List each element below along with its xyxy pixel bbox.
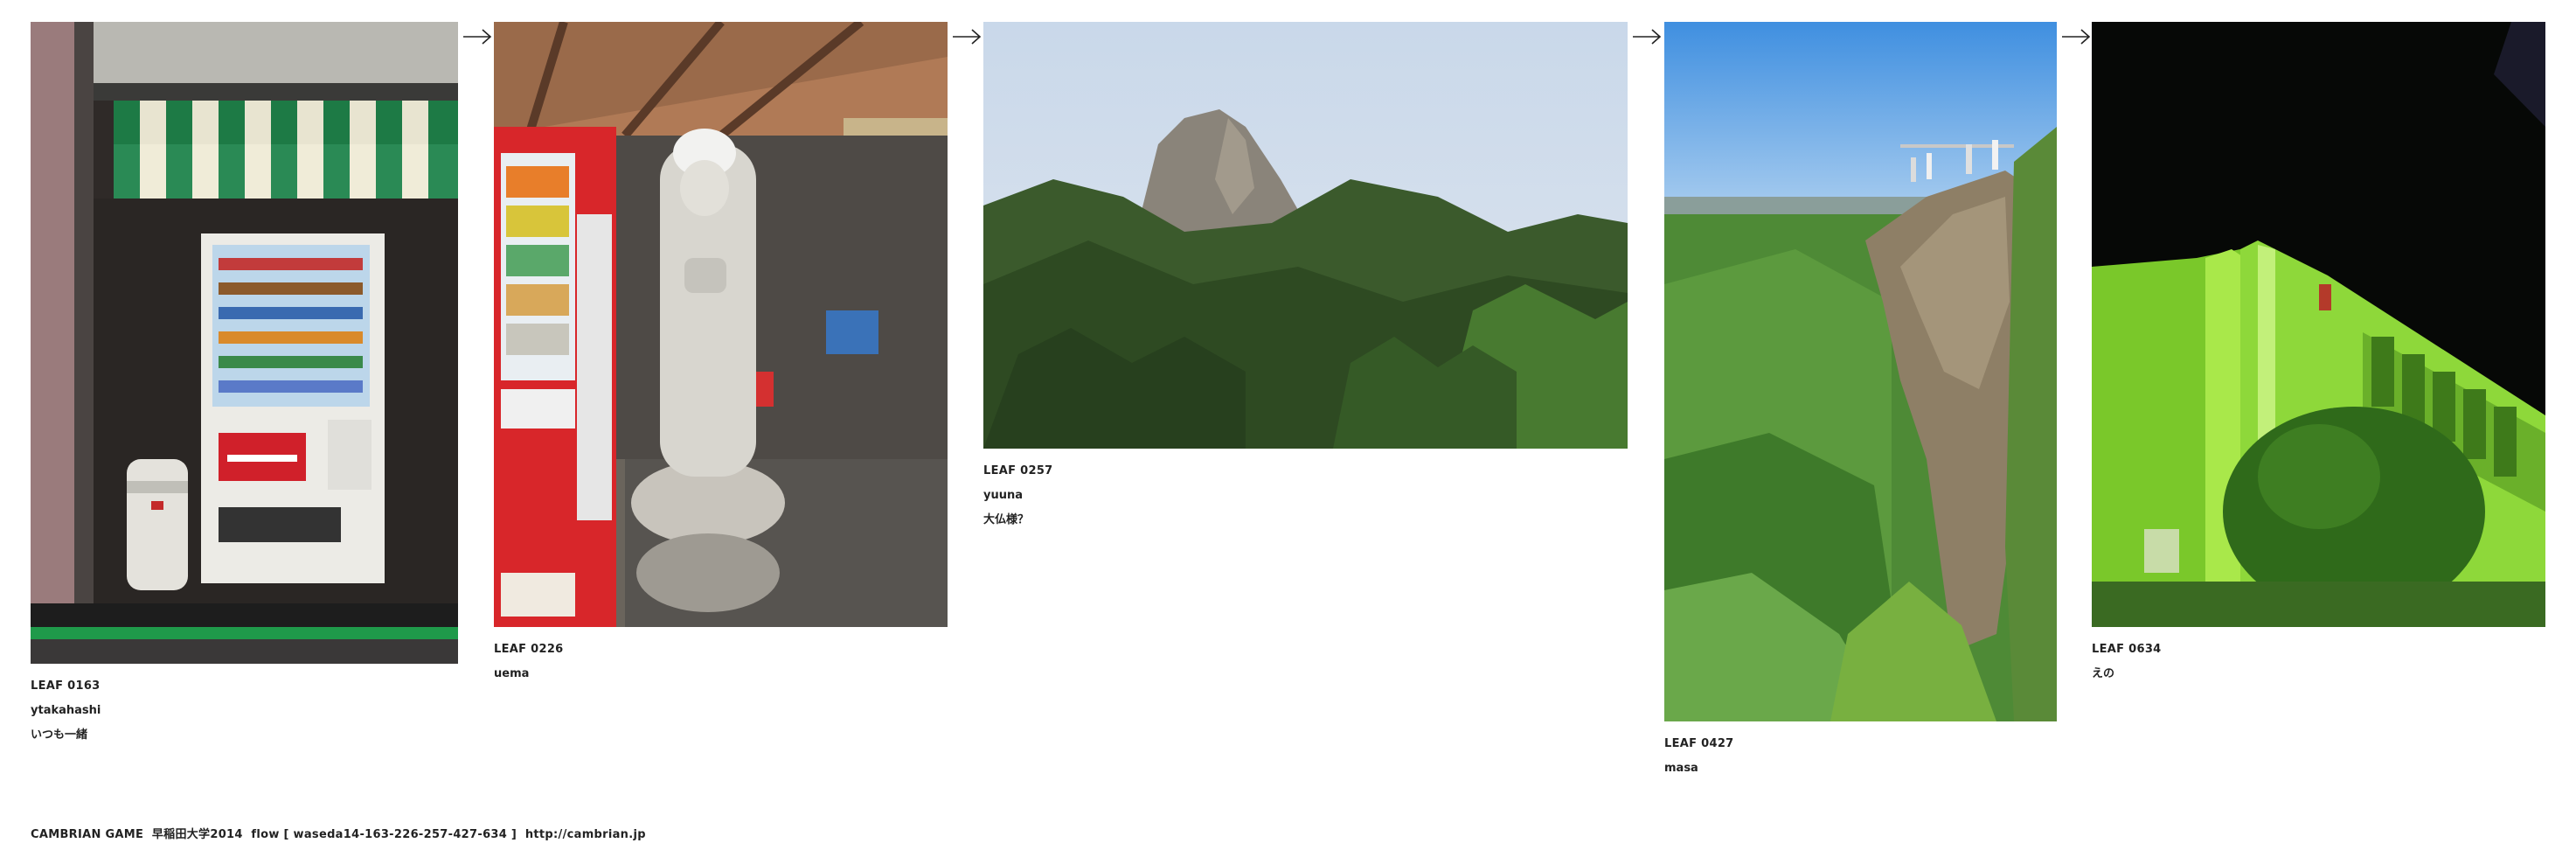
right-arrow-icon	[463, 29, 492, 45]
leaf-id: LEAF 0257	[983, 464, 1053, 477]
right-arrow-icon	[1633, 29, 1662, 45]
leaf-card-0226: LEAF 0226 uema	[494, 22, 948, 686]
flow-arrow-2	[951, 24, 982, 50]
leaf-photo-0226[interactable]	[494, 22, 948, 627]
flow-arrow-3	[1631, 24, 1663, 50]
statue-photo	[494, 22, 948, 627]
right-arrow-icon	[2062, 29, 2091, 45]
leaf-card-0634: LEAF 0634 えの	[2092, 22, 2545, 686]
cambrian-link[interactable]: http://cambrian.jp	[525, 828, 646, 841]
flow-arrow-1	[462, 24, 493, 50]
green-building-night-photo	[2092, 22, 2545, 627]
leaf-card-0427: LEAF 0427 masa	[1664, 22, 2057, 781]
leaf-user[interactable]: masa	[1664, 756, 2057, 781]
leaf-user[interactable]: uema	[494, 662, 948, 686]
leaf-note: 大仏様？	[983, 513, 1030, 526]
leaf-photo-0163[interactable]	[31, 22, 458, 664]
leaf-photo-0427[interactable]	[1664, 22, 2057, 721]
flow-arrow-4	[2060, 24, 2092, 50]
leaf-id: LEAF 0427	[1664, 737, 1734, 750]
leaf-user[interactable]: yuuna	[983, 484, 1628, 508]
cliff-valley-photo	[1664, 22, 2057, 721]
footer-text: CAMBRIAN GAME 早稲田大学2014 flow [ waseda14-…	[31, 828, 525, 841]
leaf-id: LEAF 0634	[2092, 643, 2162, 656]
vending-machine-photo	[31, 22, 458, 664]
leaf-user[interactable]: ytakahashi	[31, 699, 458, 723]
right-arrow-icon	[953, 29, 982, 45]
leaf-note: いつも一緒	[31, 728, 88, 742]
leaf-card-0257: LEAF 0257 yuuna 大仏様？	[983, 22, 1628, 533]
leaf-photo-0634[interactable]	[2092, 22, 2545, 627]
leaf-id: LEAF 0226	[494, 643, 564, 656]
leaf-card-0163: LEAF 0163 ytakahashi いつも一緒	[31, 22, 458, 748]
leaf-photo-0257[interactable]	[983, 22, 1628, 449]
rock-mountain-photo	[983, 22, 1628, 449]
leaf-id: LEAF 0163	[31, 679, 101, 693]
site-footer: CAMBRIAN GAME 早稲田大学2014 flow [ waseda14-…	[31, 825, 646, 841]
leaf-user[interactable]: えの	[2092, 662, 2545, 686]
